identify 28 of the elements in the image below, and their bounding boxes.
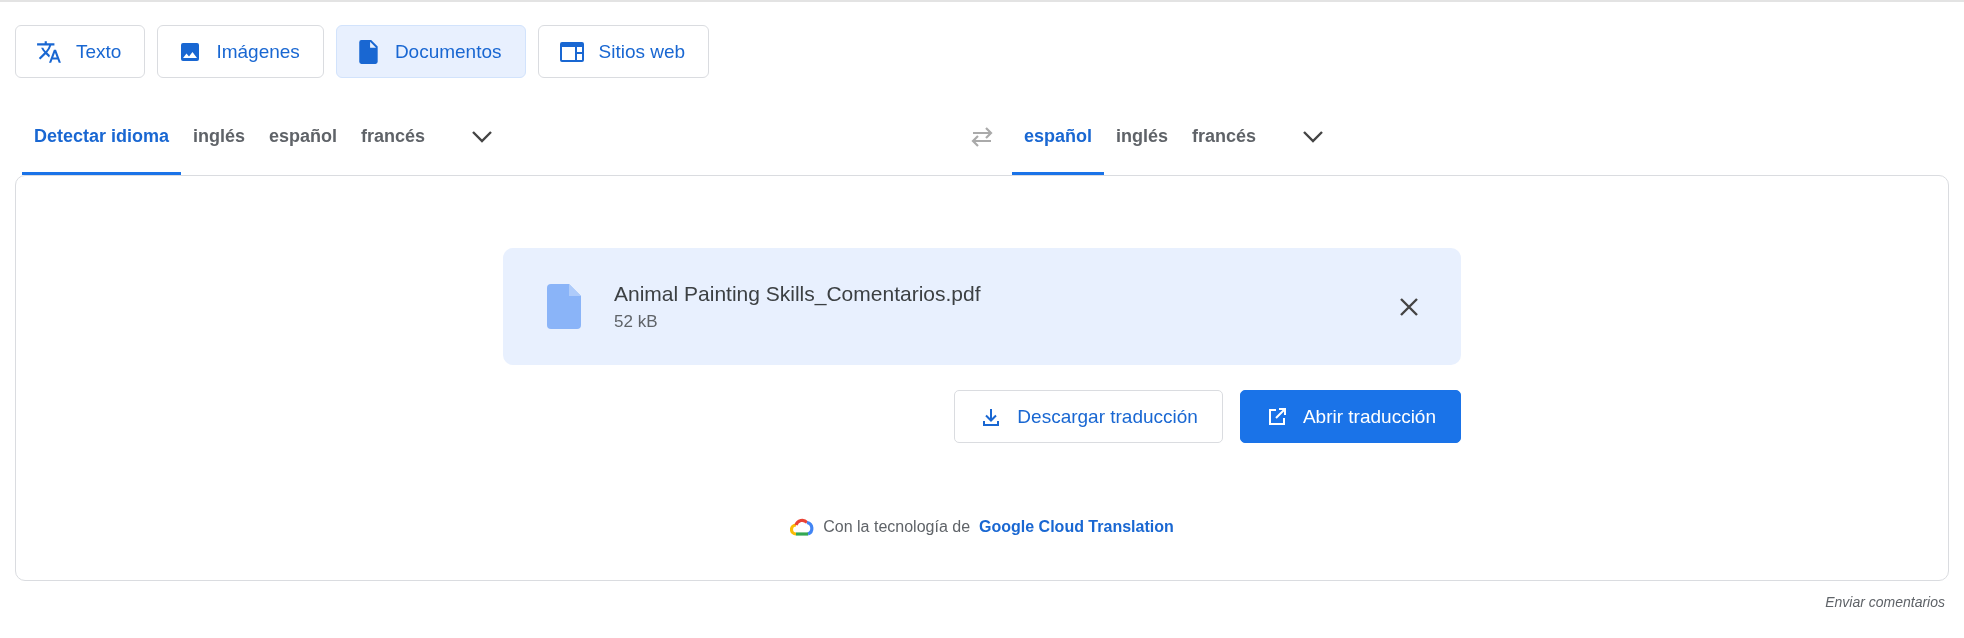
close-icon	[1399, 296, 1419, 317]
download-button[interactable]: Descargar traducción	[954, 390, 1223, 443]
translate-icon	[36, 38, 62, 65]
language-tab[interactable]: inglés	[1104, 98, 1181, 175]
powered-by-text: Con la tecnología de	[823, 517, 971, 536]
language-tab[interactable]: Detectar idioma	[22, 98, 182, 175]
mode-tab[interactable]: Documentos	[335, 25, 526, 78]
language-tab[interactable]: español	[257, 98, 350, 175]
chevron-down-icon[interactable]	[1302, 129, 1325, 144]
website-icon	[558, 39, 585, 64]
language-tab[interactable]: español	[1012, 98, 1105, 175]
mode-tab[interactable]: Imágenes	[157, 25, 324, 78]
open-external-icon	[1266, 406, 1287, 427]
feedback-link[interactable]: Enviar comentarios	[1825, 594, 1945, 610]
open-button[interactable]: Abrir traducción	[1239, 390, 1461, 443]
document-icon	[356, 38, 381, 65]
file-name: Animal Painting Skills_Comentarios.pdf	[614, 281, 982, 306]
file-icon	[547, 284, 581, 329]
language-tab[interactable]: francés	[349, 98, 438, 175]
language-tab[interactable]: inglés	[181, 98, 258, 175]
language-tab[interactable]: francés	[1180, 98, 1269, 175]
mode-tab[interactable]: Sitios web	[537, 25, 710, 78]
chevron-down-icon[interactable]	[471, 129, 494, 144]
cloud-logo-icon	[790, 517, 815, 536]
download-icon	[981, 406, 1002, 427]
mode-tab[interactable]: Texto	[15, 25, 146, 78]
file-size: 52 kB	[614, 311, 659, 332]
cloud-translation-link[interactable]: Google Cloud Translation	[979, 517, 1174, 536]
